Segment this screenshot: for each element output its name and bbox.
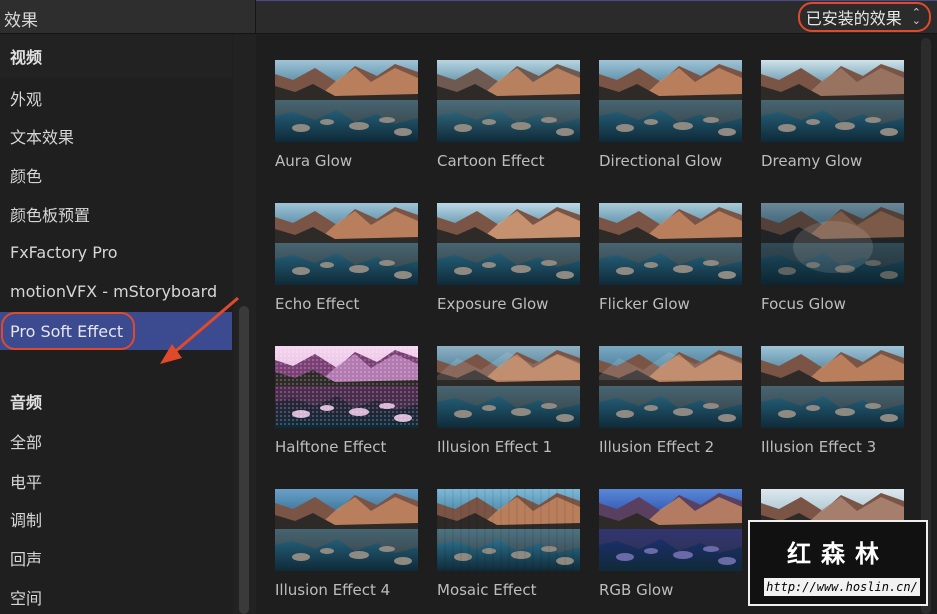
effect-thumbnail[interactable]: [437, 346, 580, 428]
effect-label: Mosaic Effect: [437, 581, 537, 599]
sidebar-item[interactable]: 空间: [0, 578, 232, 614]
effect-label: Flicker Glow: [599, 295, 690, 313]
effect-thumbnail[interactable]: [599, 60, 742, 142]
effect-tile[interactable]: Exposure Glow: [418, 177, 580, 313]
sidebar-item[interactable]: 电平: [0, 462, 232, 500]
effect-label: Exposure Glow: [437, 295, 549, 313]
sidebar-header: 效果: [0, 0, 256, 34]
browser-header: 已安装的效果 ⌃ ⌄: [256, 0, 937, 34]
effect-thumbnail[interactable]: [599, 346, 742, 428]
effect-label: Illusion Effect 1: [437, 438, 553, 456]
effect-tile[interactable]: Echo Effect: [256, 177, 418, 313]
effect-thumbnail[interactable]: [275, 489, 418, 571]
effect-tile[interactable]: Halftone Effect: [256, 320, 418, 456]
sidebar-item[interactable]: 全部: [0, 422, 232, 460]
effect-tile[interactable]: Aura Glow: [256, 34, 418, 170]
sidebar-item[interactable]: 颜色板预置: [0, 195, 232, 233]
effect-label: Aura Glow: [275, 152, 353, 170]
effect-tile[interactable]: Illusion Effect 2: [580, 320, 742, 456]
effect-tile[interactable]: Directional Glow: [580, 34, 742, 170]
effect-thumbnail[interactable]: [761, 203, 904, 285]
effect-tile[interactable]: Mosaic Effect: [418, 463, 580, 599]
effect-tile[interactable]: Dreamy Glow: [742, 34, 904, 170]
effect-label: Illusion Effect 2: [599, 438, 715, 456]
effect-label: Echo Effect: [275, 295, 360, 313]
effect-tile[interactable]: Illusion Effect 1: [418, 320, 580, 456]
annotation-highlight-ring: [1, 312, 135, 350]
effect-thumbnail[interactable]: [599, 489, 742, 571]
effect-label: Illusion Effect 3: [761, 438, 877, 456]
effect-label: Dreamy Glow: [761, 152, 863, 170]
category-sidebar: 视频 外观 文本效果 颜色 颜色板预置 FxFactory Pro motionVFX - …: [0, 34, 256, 614]
watermark-logo: 红森林 http://www.hoslin.cn/: [748, 520, 928, 606]
sidebar-item[interactable]: FxFactory Pro: [0, 233, 232, 271]
effect-thumbnail[interactable]: [761, 346, 904, 428]
sidebar-item[interactable]: 颜色: [0, 156, 232, 194]
header-accent-line: [256, 0, 937, 1]
watermark-title: 红森林: [787, 539, 889, 568]
effect-tile[interactable]: Flicker Glow: [580, 177, 742, 313]
effect-tile[interactable]: Illusion Effect 3: [742, 320, 904, 456]
effect-tile[interactable]: Cartoon Effect: [418, 34, 580, 170]
effect-label: Illusion Effect 4: [275, 581, 391, 599]
updown-chevron-icon: ⌃ ⌄: [911, 6, 921, 27]
panel-title: 效果: [4, 11, 38, 31]
effect-thumbnail[interactable]: [275, 60, 418, 142]
effect-tile[interactable]: RGB Glow: [580, 463, 742, 599]
effect-thumbnail[interactable]: [437, 60, 580, 142]
watermark-url: http://www.hoslin.cn/: [764, 578, 920, 596]
effect-label: Halftone Effect: [275, 438, 387, 456]
header-bar: 效果 已安装的效果 ⌃ ⌄: [0, 0, 937, 34]
sidebar-item[interactable]: 外观: [0, 79, 232, 117]
effect-thumbnail[interactable]: [761, 60, 904, 142]
effect-tile[interactable]: Illusion Effect 4: [256, 463, 418, 599]
effect-thumbnail[interactable]: [437, 489, 580, 571]
effect-label: Directional Glow: [599, 152, 723, 170]
effect-thumbnail[interactable]: [275, 203, 418, 285]
sidebar-item[interactable]: 音频: [0, 382, 232, 420]
sidebar-item[interactable]: 视频: [0, 34, 232, 78]
effect-thumbnail[interactable]: [275, 346, 418, 428]
effect-label: RGB Glow: [599, 581, 674, 599]
sidebar-item[interactable]: 调制: [0, 500, 232, 538]
sidebar-item[interactable]: 文本效果: [0, 117, 232, 155]
effect-label: Cartoon Effect: [437, 152, 545, 170]
effect-label: Focus Glow: [761, 295, 846, 313]
effect-thumbnail[interactable]: [437, 203, 580, 285]
dropdown-label: 已安装的效果: [805, 9, 902, 28]
annotation-arrow-icon: [160, 296, 239, 364]
installed-effects-dropdown[interactable]: 已安装的效果 ⌃ ⌄: [797, 2, 931, 32]
effect-tile[interactable]: Focus Glow: [742, 177, 904, 313]
sidebar-item[interactable]: 回声: [0, 539, 232, 577]
effect-thumbnail[interactable]: [599, 203, 742, 285]
